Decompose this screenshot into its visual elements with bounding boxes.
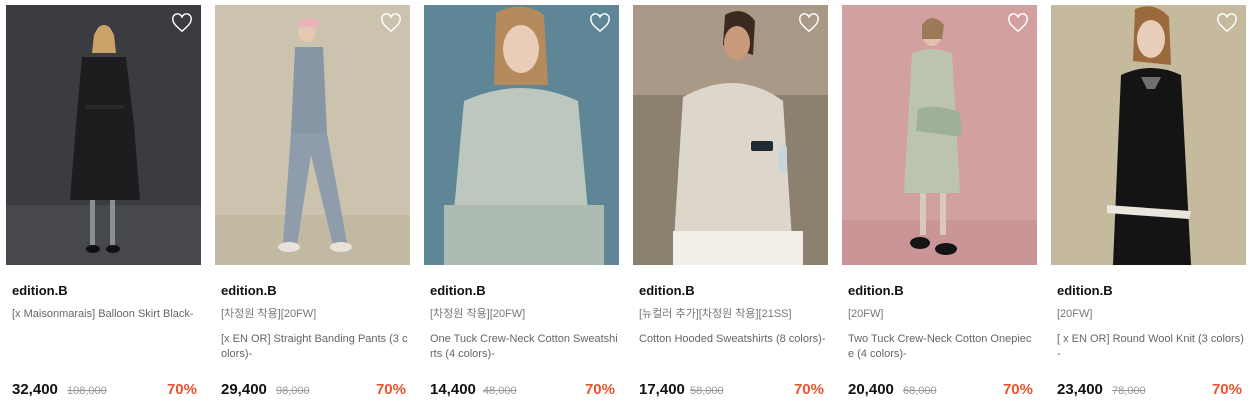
product-card[interactable]: edition.B [차정원 착용][20FW] [x EN OR] Strai… — [215, 5, 410, 405]
brand-name[interactable]: edition.B — [848, 283, 904, 298]
heart-icon[interactable] — [171, 13, 193, 33]
original-price: 78,000 — [1112, 385, 1146, 397]
brand-name[interactable]: edition.B — [221, 283, 277, 298]
product-image[interactable] — [1051, 5, 1246, 265]
original-price: 108,000 — [67, 385, 107, 397]
discount-rate: 70% — [166, 381, 197, 398]
discount-rate: 70% — [793, 381, 824, 398]
discount-rate: 70% — [584, 381, 615, 398]
product-image[interactable] — [215, 5, 410, 265]
sale-price: 14,400 — [430, 381, 476, 398]
sale-price: 20,400 — [848, 381, 894, 398]
sale-price: 32,400 — [12, 381, 58, 398]
discount-rate: 70% — [375, 381, 406, 398]
original-price: 98,000 — [276, 385, 310, 397]
product-grid: edition.B [x Maisonmarais] Balloon Skirt… — [0, 0, 1251, 408]
product-photo-illustration — [424, 5, 619, 265]
heart-icon[interactable] — [798, 13, 820, 33]
product-card[interactable]: edition.B [뉴컬러 추가][차정원 착용][21SS] Cotton … — [633, 5, 828, 405]
product-name[interactable]: One Tuck Crew-Neck Cotton Sweatshirts (4… — [430, 332, 618, 362]
product-tag: [20FW] — [1057, 308, 1093, 320]
product-name[interactable]: Cotton Hooded Sweatshirts (8 colors)- — [639, 332, 827, 347]
brand-name[interactable]: edition.B — [430, 283, 486, 298]
product-tag: [차정원 착용][20FW] — [430, 308, 526, 320]
product-image[interactable] — [633, 5, 828, 265]
product-tag: [차정원 착용][20FW] — [221, 308, 317, 320]
product-tag: [뉴컬러 추가][차정원 착용][21SS] — [639, 308, 792, 320]
heart-icon[interactable] — [589, 13, 611, 33]
product-image[interactable] — [6, 5, 201, 265]
original-price: 58,000 — [690, 385, 724, 397]
product-name[interactable]: [x Maisonmarais] Balloon Skirt Black- — [12, 307, 200, 322]
product-name[interactable]: [x EN OR] Straight Banding Pants (3 colo… — [221, 332, 409, 362]
sale-price: 17,400 — [639, 381, 685, 398]
brand-name[interactable]: edition.B — [12, 283, 68, 298]
product-tag: [20FW] — [848, 308, 884, 320]
original-price: 68,000 — [903, 385, 937, 397]
product-card[interactable]: edition.B [차정원 착용][20FW] One Tuck Crew-N… — [424, 5, 619, 405]
product-photo-illustration — [215, 5, 410, 265]
product-photo-illustration — [1051, 5, 1246, 265]
sale-price: 29,400 — [221, 381, 267, 398]
heart-icon[interactable] — [1007, 13, 1029, 33]
discount-rate: 70% — [1002, 381, 1033, 398]
product-photo-illustration — [842, 5, 1037, 265]
product-card[interactable]: edition.B [20FW] [ x EN OR] Round Wool K… — [1051, 5, 1246, 405]
sale-price: 23,400 — [1057, 381, 1103, 398]
discount-rate: 70% — [1211, 381, 1242, 398]
product-name[interactable]: Two Tuck Crew-Neck Cotton Onepiece (4 co… — [848, 332, 1036, 362]
brand-name[interactable]: edition.B — [1057, 283, 1113, 298]
product-image[interactable] — [424, 5, 619, 265]
heart-icon[interactable] — [380, 13, 402, 33]
product-card[interactable]: edition.B [x Maisonmarais] Balloon Skirt… — [6, 5, 201, 405]
product-card[interactable]: edition.B [20FW] Two Tuck Crew-Neck Cott… — [842, 5, 1037, 405]
product-name[interactable]: [ x EN OR] Round Wool Knit (3 colors)- — [1057, 332, 1245, 362]
original-price: 48,000 — [483, 385, 517, 397]
brand-name[interactable]: edition.B — [639, 283, 695, 298]
product-image[interactable] — [842, 5, 1037, 265]
product-photo-illustration — [633, 5, 828, 265]
heart-icon[interactable] — [1216, 13, 1238, 33]
product-photo-illustration — [6, 5, 201, 265]
